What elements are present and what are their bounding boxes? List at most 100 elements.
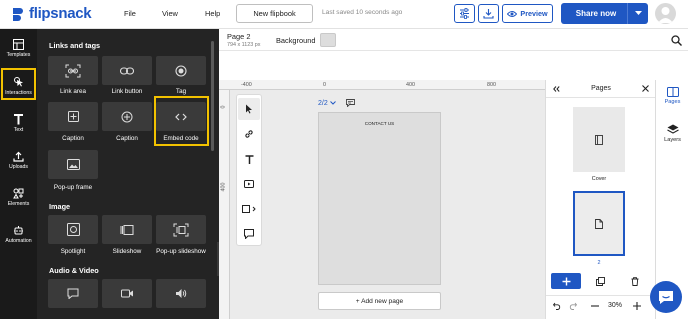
- audio-tile[interactable]: [156, 279, 206, 308]
- flipsnack-logo[interactable]: flipsnack: [10, 5, 92, 22]
- select-tool[interactable]: [238, 98, 260, 120]
- page-comment-icon[interactable]: [345, 99, 355, 107]
- download-button[interactable]: [478, 4, 499, 23]
- zoom-in-icon[interactable]: [633, 302, 641, 310]
- search-icon[interactable]: [671, 35, 682, 46]
- add-circle-icon: [121, 111, 133, 122]
- play-box-icon: [244, 180, 254, 188]
- spotlight-label: Spotlight: [60, 248, 86, 255]
- media-tool[interactable]: [237, 173, 261, 195]
- audio-comment-tile[interactable]: [48, 279, 98, 308]
- page-sheet[interactable]: CONTACT US: [318, 112, 441, 285]
- right-rail-pages[interactable]: Pages: [656, 87, 688, 105]
- page-thumbnail-cover[interactable]: [573, 107, 625, 172]
- user-avatar[interactable]: [655, 3, 676, 24]
- book-icon: [595, 134, 603, 145]
- speech-bubble-icon: [67, 288, 79, 299]
- settings-sliders-button[interactable]: [454, 4, 475, 23]
- rail-item-elements[interactable]: Elements: [0, 188, 37, 207]
- vertical-ruler: 0 400: [219, 90, 230, 319]
- horizontal-ruler: -400 0 400 800: [219, 80, 545, 90]
- rail-label-text: Text: [13, 127, 24, 133]
- new-flipbook-button[interactable]: New flipbook: [236, 4, 313, 23]
- right-rail-layers-label: Layers: [664, 137, 681, 143]
- redo-icon[interactable]: [569, 302, 577, 310]
- link-area-label: Link area: [60, 88, 86, 95]
- canvas-toolbar: [236, 94, 262, 246]
- zoom-level[interactable]: 30%: [608, 302, 622, 309]
- preview-button[interactable]: Preview: [502, 4, 553, 23]
- shape-icon: [242, 205, 256, 213]
- layers-icon: [666, 124, 679, 134]
- caption-tile-1[interactable]: [48, 102, 98, 131]
- duplicate-icon[interactable]: [596, 277, 605, 286]
- slideshow-icon: [120, 224, 134, 235]
- open-book-icon: [666, 87, 679, 97]
- video-camera-icon: [120, 289, 133, 298]
- zoom-out-icon[interactable]: [591, 305, 599, 307]
- panel-scrollbar[interactable]: [211, 41, 214, 151]
- popup-slideshow-label: Pop-up slideshow: [156, 248, 206, 255]
- menu-file[interactable]: File: [124, 9, 136, 18]
- menu-view[interactable]: View: [162, 9, 178, 18]
- tag-tile[interactable]: [156, 56, 206, 85]
- slideshow-tile[interactable]: [102, 215, 152, 244]
- ruler-tick: 0: [220, 105, 227, 109]
- menu-help[interactable]: Help: [205, 9, 220, 18]
- share-button[interactable]: Share now: [561, 3, 648, 24]
- caption-label-2: Caption: [116, 135, 138, 142]
- spotlight-tile[interactable]: [48, 215, 98, 244]
- text-tool[interactable]: [237, 148, 261, 170]
- close-icon[interactable]: [642, 85, 649, 92]
- page-properties-bar: Page 2 794 x 1123 px Background: [219, 29, 688, 51]
- tag-icon: [175, 64, 187, 77]
- background-color-swatch[interactable]: [320, 33, 336, 47]
- page-thumbnail-2[interactable]: [573, 191, 625, 256]
- rail-item-templates[interactable]: Templates: [0, 39, 37, 58]
- popup-slideshow-tile[interactable]: [156, 215, 206, 244]
- interactions-highlight: [1, 68, 36, 100]
- link-area-tile[interactable]: [48, 56, 98, 85]
- popup-frame-label: Pop-up frame: [53, 184, 93, 191]
- rail-item-uploads[interactable]: Uploads: [0, 151, 37, 170]
- speaker-icon: [176, 289, 187, 298]
- comment-tool[interactable]: [237, 223, 261, 245]
- right-rail-layers[interactable]: Layers: [656, 124, 688, 143]
- add-new-page-button[interactable]: + Add new page: [318, 292, 441, 310]
- preview-label: Preview: [520, 9, 548, 18]
- link-button-tile[interactable]: [102, 56, 152, 85]
- popup-frame-tile[interactable]: [48, 150, 98, 179]
- page-thumbnail-label-2: 2: [597, 260, 601, 266]
- chat-support-button[interactable]: [650, 281, 682, 313]
- brand-name: flipsnack: [29, 5, 92, 22]
- undo-icon[interactable]: [553, 302, 561, 310]
- download-icon: [483, 9, 494, 19]
- rail-item-text[interactable]: Text: [0, 114, 37, 133]
- comment-icon: [244, 229, 254, 239]
- share-dropdown-icon[interactable]: [628, 11, 648, 16]
- video-tile[interactable]: [102, 279, 152, 308]
- cursor-icon: [246, 104, 252, 114]
- page-counter-value: 2/2: [318, 99, 328, 107]
- upload-icon: [13, 151, 24, 162]
- link-tool[interactable]: [237, 123, 261, 145]
- chat-icon: [659, 290, 673, 304]
- sliders-icon: [460, 8, 469, 19]
- page-heading-text[interactable]: CONTACT US: [319, 121, 440, 126]
- add-page-button[interactable]: [551, 273, 581, 289]
- ruler-tick: -400: [241, 82, 252, 88]
- add-square-icon: [67, 111, 79, 122]
- rail-label-elements: Elements: [7, 201, 30, 207]
- save-status: Last saved 10 seconds ago: [322, 9, 403, 16]
- rail-label-uploads: Uploads: [8, 164, 29, 170]
- link-area-icon: [65, 64, 81, 77]
- rail-label-automation: Automation: [5, 238, 32, 244]
- trash-icon[interactable]: [631, 277, 639, 286]
- page-counter[interactable]: 2/2: [318, 99, 355, 107]
- avatar-icon: [658, 7, 673, 23]
- rail-item-automation[interactable]: Automation: [0, 225, 37, 244]
- templates-icon: [13, 39, 24, 50]
- shape-tool[interactable]: [237, 198, 261, 220]
- caption-tile-2[interactable]: [102, 102, 152, 131]
- page-icon: [595, 218, 603, 229]
